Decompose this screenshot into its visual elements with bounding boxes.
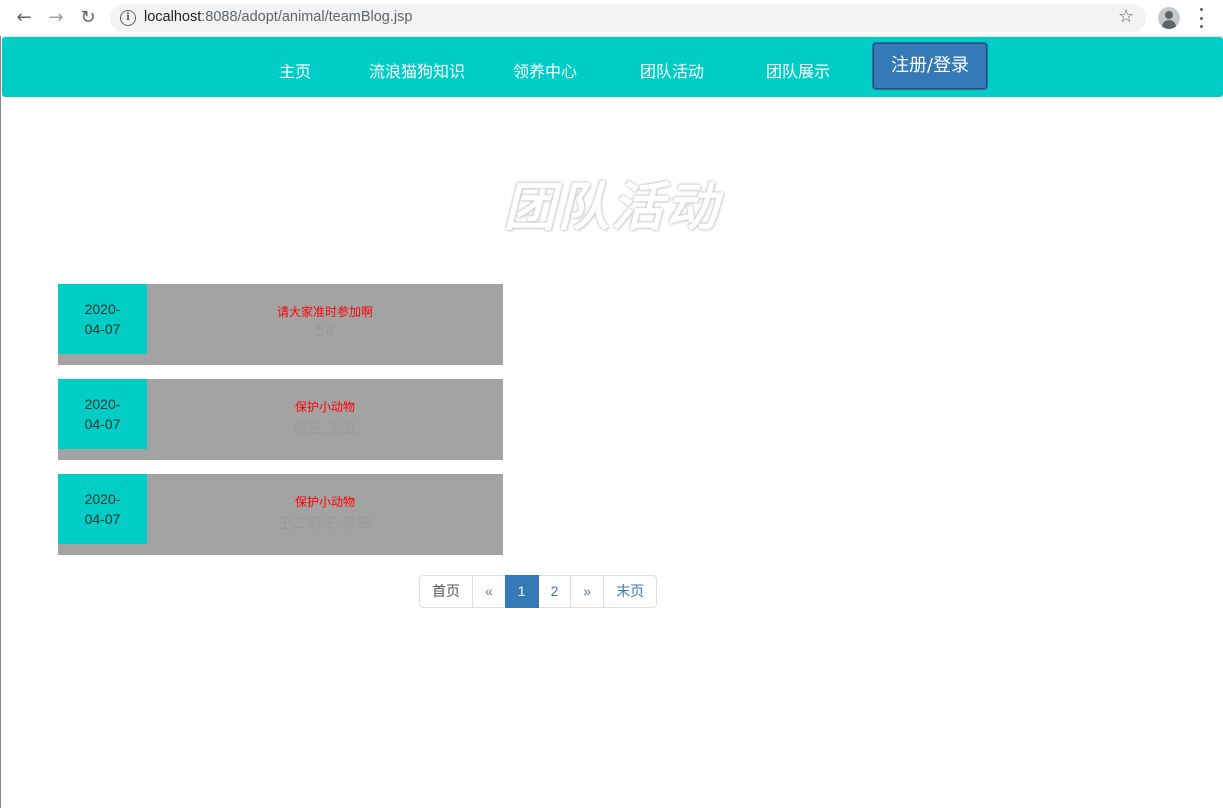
address-url[interactable]: localhost:8088/adopt/animal/teamBlog.jsp (144, 9, 412, 25)
pagination-first[interactable]: 首页 (419, 575, 473, 608)
nav-item-team-showcase[interactable]: 团队展示 (766, 58, 830, 82)
login-register-button[interactable]: 注册/登录 (872, 42, 988, 90)
page-title: 团队活动 (503, 178, 720, 238)
pagination-prev[interactable]: « (472, 575, 506, 608)
blog-members: 54 (315, 322, 335, 340)
blog-date-monthday: 04-07 (84, 511, 121, 527)
blog-card[interactable]: 2020- 04-07 保护小动物 王二麻子,李四 (58, 474, 503, 555)
blog-title[interactable]: 请大家准时参加啊 (147, 303, 503, 320)
blog-date-year: 2020- (84, 301, 121, 317)
blog-card[interactable]: 2020- 04-07 保护小动物 张三,王五 (58, 379, 503, 460)
blog-date-year: 2020- (84, 396, 121, 412)
site-navbar: 主页 流浪猫狗知识 领养中心 团队活动 团队展示 注册/登录 (2, 37, 1223, 97)
browser-toolbar: ← → ↻ i localhost:8088/adopt/animal/team… (0, 0, 1223, 37)
url-host: localhost (144, 9, 202, 25)
blog-title[interactable]: 保护小动物 (147, 493, 503, 510)
nav-item-adoption-center[interactable]: 领养中心 (513, 58, 577, 82)
blog-card[interactable]: 2020- 04-07 请大家准时参加啊 54 (58, 284, 503, 365)
pagination-page-1[interactable]: 1 (504, 575, 539, 608)
nav-item-knowledge[interactable]: 流浪猫狗知识 (369, 58, 465, 82)
blog-date-monthday: 04-07 (84, 416, 121, 432)
blog-title[interactable]: 保护小动物 (147, 398, 503, 415)
bookmark-star-icon[interactable]: ☆ (1118, 6, 1134, 27)
blog-date: 2020- 04-07 (58, 474, 147, 544)
address-bar[interactable]: i localhost:8088/adopt/animal/teamBlog.j… (110, 4, 1146, 32)
blog-members: 张三,王五 (292, 419, 358, 437)
pagination-last[interactable]: 末页 (603, 575, 658, 608)
blog-date-year: 2020- (84, 491, 121, 507)
browser-menu-icon[interactable] (1196, 8, 1206, 28)
blog-date-monthday: 04-07 (84, 321, 121, 337)
blog-date: 2020- 04-07 (58, 284, 147, 354)
pagination-next[interactable]: » (570, 575, 605, 608)
nav-item-home[interactable]: 主页 (279, 58, 311, 82)
forward-arrow-icon[interactable]: → (44, 6, 68, 30)
page-edge (0, 36, 1, 808)
url-path: :8088/adopt/animal/teamBlog.jsp (201, 9, 413, 25)
nav-item-team-activities[interactable]: 团队活动 (640, 58, 704, 82)
pagination-page-2[interactable]: 2 (537, 575, 572, 608)
reload-icon[interactable]: ↻ (76, 6, 100, 30)
blog-members: 王二麻子,李四 (277, 514, 373, 532)
pagination: 首页 « 1 2 » 末页 (419, 575, 658, 608)
back-arrow-icon[interactable]: ← (12, 6, 36, 30)
info-icon[interactable]: i (120, 10, 136, 26)
profile-avatar-icon[interactable] (1158, 7, 1180, 29)
blog-date: 2020- 04-07 (58, 379, 147, 449)
